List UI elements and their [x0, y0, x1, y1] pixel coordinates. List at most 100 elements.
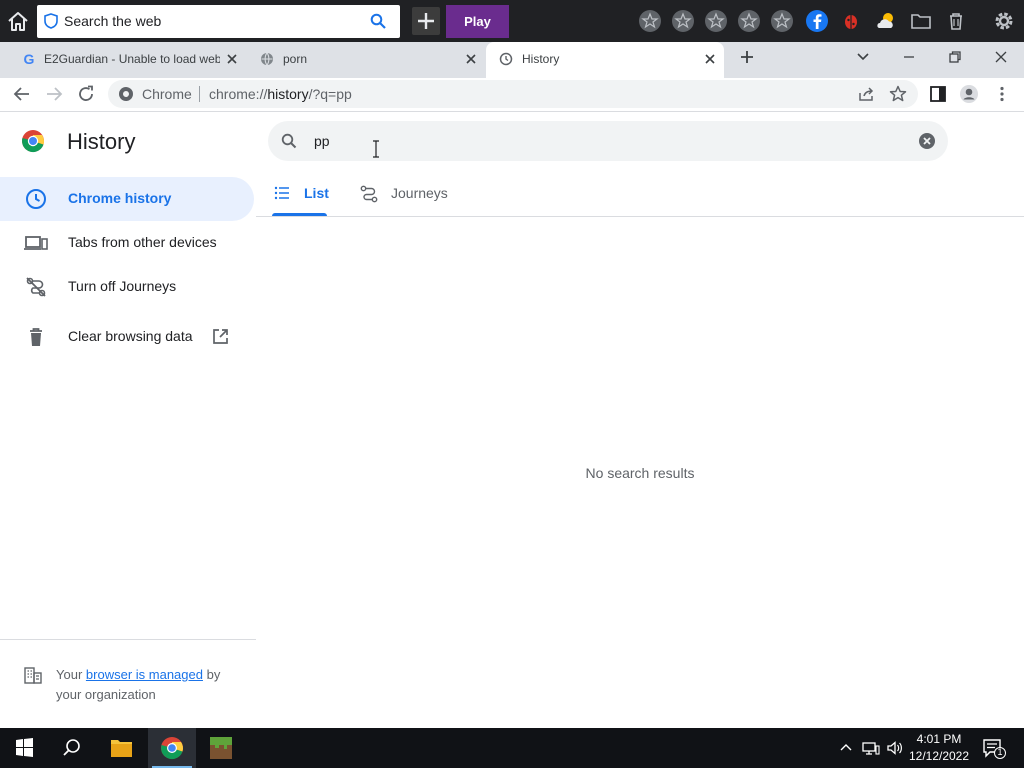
plus-icon	[418, 13, 434, 29]
tab-journeys[interactable]: Journeys	[360, 182, 460, 218]
ladybug-icon[interactable]	[839, 9, 863, 33]
managed-text: Your browser is managed by your organiza…	[56, 665, 246, 705]
start-button[interactable]	[0, 728, 48, 768]
star-icon[interactable]	[671, 9, 695, 33]
share-icon	[859, 87, 874, 101]
chevron-up-icon[interactable]	[838, 740, 854, 756]
close-icon	[995, 51, 1007, 63]
devices-icon	[24, 232, 48, 254]
sidebar-item-tabs-other-devices[interactable]: Tabs from other devices	[0, 221, 254, 265]
text-cursor-icon	[371, 140, 381, 158]
gear-icon[interactable]	[992, 9, 1016, 33]
star-outline-icon	[889, 85, 907, 102]
address-bar[interactable]: Chrome chrome://history/?q=pp	[108, 80, 918, 108]
restore-button[interactable]	[945, 47, 965, 67]
tab-porn[interactable]: porn	[246, 42, 486, 78]
sidebar-item-label: Clear browsing data	[68, 328, 193, 344]
network-icon[interactable]	[862, 740, 880, 756]
search-input-value[interactable]: pp	[314, 133, 330, 149]
close-icon[interactable]	[226, 53, 238, 65]
chrome-taskbar-button[interactable]	[148, 728, 196, 768]
tab-e2guardian[interactable]: G E2Guardian - Unable to load web	[0, 42, 246, 78]
star-icon[interactable]	[770, 9, 794, 33]
folder-icon[interactable]	[909, 9, 933, 33]
home-icon[interactable]	[6, 10, 30, 34]
new-tab-button[interactable]	[737, 47, 757, 67]
profile-button[interactable]	[959, 84, 979, 104]
arrow-left-icon	[13, 87, 29, 101]
sidebar-item-chrome-history[interactable]: Chrome history	[0, 177, 254, 221]
arrow-right-icon	[47, 87, 63, 101]
shield-icon	[44, 13, 58, 29]
search-taskbar-button[interactable]	[48, 728, 96, 768]
sidebar-item-label: Turn off Journeys	[68, 278, 177, 294]
back-button[interactable]	[12, 84, 32, 104]
weather-icon[interactable]	[874, 9, 898, 33]
web-search-placeholder: Search the web	[64, 13, 162, 29]
star-icon[interactable]	[638, 9, 662, 33]
chrome-icon	[161, 737, 183, 760]
sidebar-item-turn-off-journeys[interactable]: Turn off Journeys	[0, 265, 254, 309]
tab-history[interactable]: History	[486, 42, 724, 78]
managed-link[interactable]: browser is managed	[86, 667, 203, 682]
list-icon	[274, 185, 290, 201]
clock-date[interactable]: 12/12/2022	[905, 749, 973, 763]
journeys-icon	[360, 185, 378, 203]
search-icon[interactable]	[370, 13, 386, 29]
share-button[interactable]	[856, 84, 876, 104]
close-icon[interactable]	[704, 53, 716, 65]
web-search-box[interactable]: Search the web	[37, 5, 400, 38]
history-icon	[499, 52, 513, 66]
chrome-icon	[118, 86, 134, 102]
facebook-icon[interactable]	[805, 9, 829, 33]
plus-icon	[741, 51, 753, 63]
search-icon	[281, 133, 297, 149]
divider	[0, 639, 256, 640]
tab-search-button[interactable]	[853, 47, 873, 67]
tab-title: E2Guardian - Unable to load web	[44, 52, 220, 66]
sidebar-item-label: Chrome history	[68, 190, 172, 206]
folder-icon	[111, 740, 132, 757]
kebab-menu-icon	[1000, 86, 1004, 102]
managed-prefix: Your	[56, 667, 83, 682]
external-link-icon	[212, 328, 229, 345]
bookmark-button[interactable]	[888, 84, 908, 104]
minimize-button[interactable]	[899, 47, 919, 67]
clock-icon	[25, 188, 47, 210]
clock-time[interactable]: 4:01 PM	[905, 732, 973, 746]
url-host: history	[267, 86, 309, 102]
forward-button[interactable]	[44, 84, 64, 104]
clear-search-icon[interactable]	[918, 132, 936, 150]
history-search-field[interactable]: pp	[268, 121, 948, 161]
tab-label: List	[304, 185, 329, 201]
play-button[interactable]: Play	[446, 5, 509, 38]
empty-state-message: No search results	[585, 465, 695, 481]
close-icon[interactable]	[465, 53, 477, 65]
star-icon[interactable]	[704, 9, 728, 33]
windows-icon	[16, 738, 33, 757]
restore-icon	[949, 51, 961, 63]
url-text: chrome://history/?q=pp	[209, 86, 352, 102]
star-icon[interactable]	[737, 9, 761, 33]
url-prefix: chrome://	[209, 86, 268, 102]
trash-icon[interactable]	[944, 9, 968, 33]
minecraft-button[interactable]	[197, 728, 245, 768]
search-icon	[63, 739, 80, 756]
notification-center-icon[interactable]: 1	[982, 738, 1006, 760]
menu-button[interactable]	[992, 84, 1012, 104]
reload-icon	[79, 85, 93, 101]
site-label: Chrome	[142, 86, 192, 102]
close-window-button[interactable]	[991, 47, 1011, 67]
side-panel-icon	[930, 86, 946, 102]
separator	[199, 86, 200, 102]
file-explorer-button[interactable]	[98, 728, 146, 768]
side-panel-button[interactable]	[928, 84, 948, 104]
minimize-icon	[904, 56, 914, 58]
sidebar-item-clear-browsing-data[interactable]: Clear browsing data	[0, 315, 254, 359]
add-button[interactable]	[412, 7, 440, 35]
tab-title: porn	[283, 52, 308, 66]
tab-label: Journeys	[391, 185, 448, 201]
reload-button[interactable]	[76, 84, 96, 104]
volume-icon[interactable]	[886, 740, 904, 756]
globe-icon	[260, 52, 274, 66]
